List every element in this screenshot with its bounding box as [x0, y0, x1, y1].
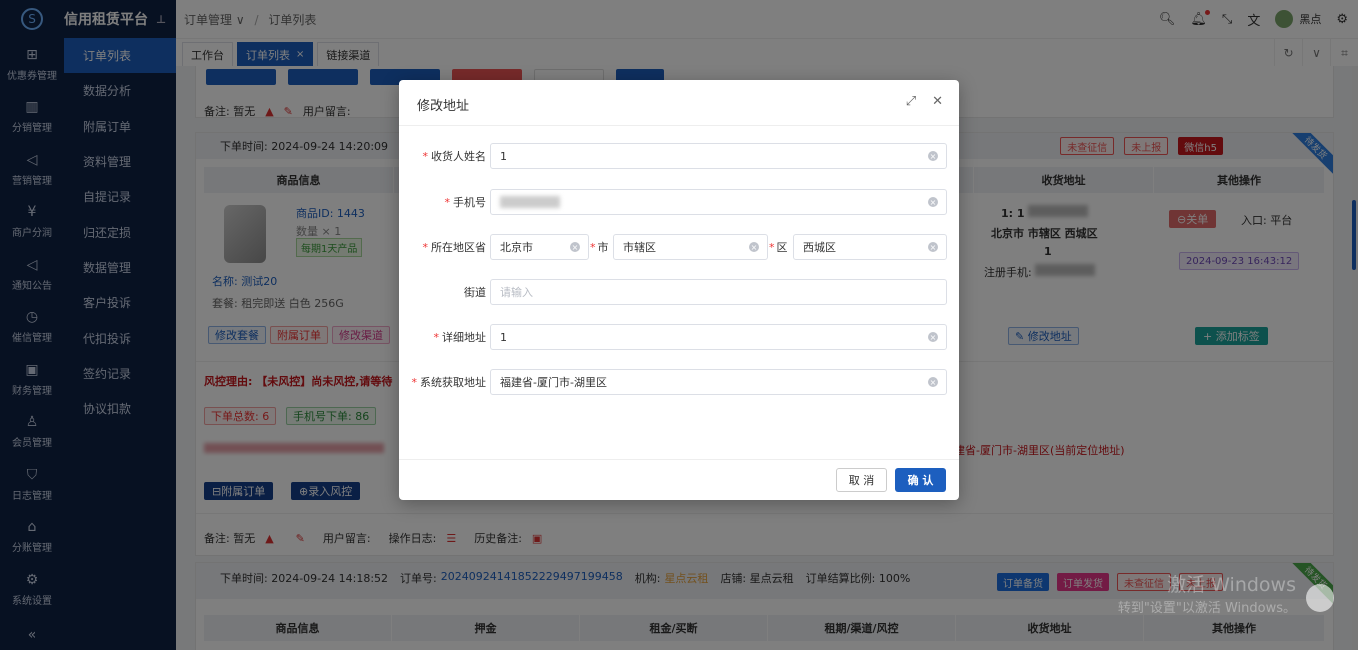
cancel-button[interactable]: 取 消 [836, 468, 887, 492]
province-select[interactable]: 北京市 × [490, 234, 589, 260]
edit-address-dialog: 修改地址 ⤢ ✕ * 收货人姓名 1 × * 手机号 × * 所在地区省 北京市 × * 市… [399, 80, 959, 500]
clear-icon[interactable]: × [928, 332, 938, 342]
detail-address-field[interactable]: 1 × [490, 324, 947, 350]
clear-icon[interactable]: × [570, 242, 580, 252]
street-field[interactable]: 请输入 [490, 279, 947, 305]
clear-icon[interactable]: × [928, 151, 938, 161]
fullscreen-icon[interactable]: ⤢ [906, 94, 916, 109]
receiver-name-field[interactable]: 1 × [490, 143, 947, 169]
clear-icon[interactable]: × [928, 197, 938, 207]
system-address-field[interactable]: 福建省-厦门市-湖里区 × [490, 369, 947, 395]
floating-button[interactable] [1306, 584, 1334, 612]
phone-field[interactable]: × [490, 189, 947, 215]
windows-watermark: 激活 Windows 转到"设置"以激活 Windows。 [1117, 574, 1296, 616]
clear-icon[interactable]: × [749, 242, 759, 252]
district-select[interactable]: 西城区 × [793, 234, 947, 260]
close-icon[interactable]: ✕ [932, 94, 943, 109]
dialog-title: 修改地址 [417, 99, 470, 114]
city-select[interactable]: 市辖区 × [613, 234, 768, 260]
clear-icon[interactable]: × [928, 377, 938, 387]
clear-icon[interactable]: × [928, 242, 938, 252]
confirm-button[interactable]: 确 认 [895, 468, 946, 492]
